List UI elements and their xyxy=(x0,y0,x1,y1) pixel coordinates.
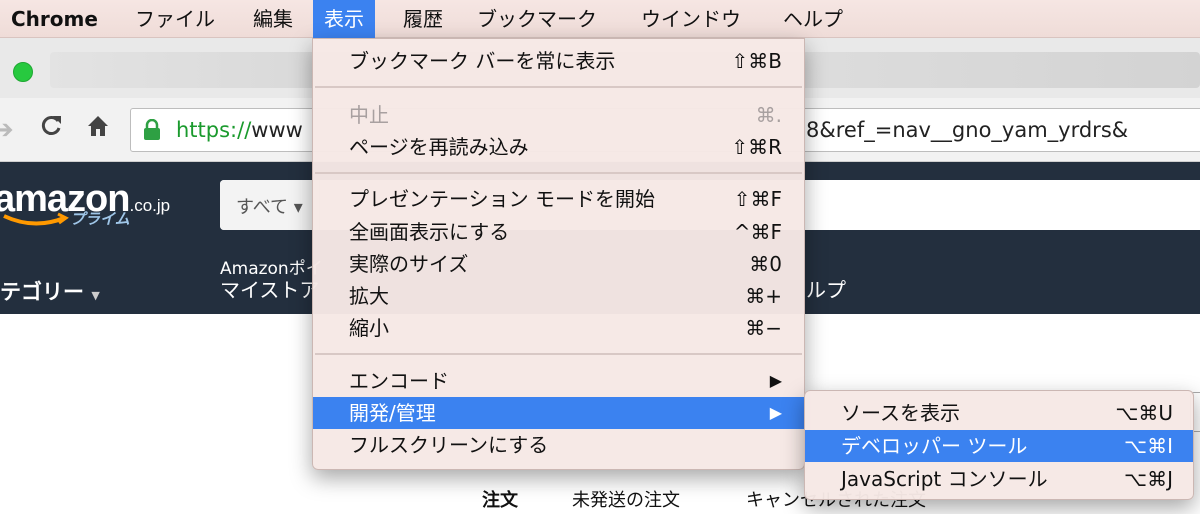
menu-item-label: JavaScript コンソール xyxy=(841,467,1048,491)
tab-orders[interactable]: 注文 xyxy=(482,486,518,512)
menu-history[interactable]: 履歴 xyxy=(392,0,454,38)
logo-tld: .co.jp xyxy=(129,196,171,215)
search-department-label: すべて ▾ xyxy=(236,197,303,218)
menu-item-developer-tools[interactable]: デベロッパー ツール ⌥⌘I xyxy=(805,430,1193,462)
home-icon[interactable] xyxy=(86,112,110,148)
menu-edit[interactable]: 編集 xyxy=(242,0,304,38)
menu-item-javascript-console[interactable]: JavaScript コンソール ⌥⌘J xyxy=(805,463,1193,495)
reload-icon[interactable] xyxy=(38,112,64,148)
url-scheme: https:// xyxy=(176,118,252,142)
menu-separator xyxy=(315,172,802,174)
menu-bar: Chrome ファイル 編集 表示 履歴 ブックマーク ウインドウ ヘルプ xyxy=(0,0,1200,38)
help-link[interactable]: ルプ xyxy=(806,274,846,303)
mystore-link[interactable]: マイストア xyxy=(220,274,319,303)
shortcut-label: ⌥⌘I xyxy=(1124,434,1173,458)
shortcut-label: ⌘. xyxy=(755,103,782,127)
shortcut-label: ⌥⌘U xyxy=(1115,401,1173,425)
shortcut-label: ⌘0 xyxy=(749,252,782,276)
shortcut-label: ⌘+ xyxy=(745,284,782,308)
menu-item-label: デベロッパー ツール xyxy=(841,434,1028,458)
menu-item-label: 縮小 xyxy=(349,316,389,340)
submenu-arrow-icon: ▶ xyxy=(769,403,782,422)
menu-item-encoding[interactable]: エンコード ▶ xyxy=(313,365,804,397)
menu-bookmarks[interactable]: ブックマーク xyxy=(466,0,608,38)
menu-item-label: ソースを表示 xyxy=(841,401,960,425)
url-host: www xyxy=(251,118,303,142)
menu-item-fullscreen[interactable]: フルスクリーンにする xyxy=(313,429,804,461)
menu-item-zoom-out[interactable]: 縮小 ⌘− xyxy=(313,312,804,344)
menu-item-presentation-mode[interactable]: プレゼンテーション モードを開始 ⇧⌘F xyxy=(313,183,804,215)
submenu-arrow-icon: ▶ xyxy=(769,371,782,390)
menu-item-label: プレゼンテーション モードを開始 xyxy=(349,187,655,211)
amazon-smile-icon xyxy=(3,212,69,226)
menu-item-label: 実際のサイズ xyxy=(349,252,469,276)
menu-item-label: フルスクリーンにする xyxy=(349,433,549,457)
tab-unshipped-orders[interactable]: 未発送の注文 xyxy=(572,486,680,512)
menu-item-label: 開発/管理 xyxy=(349,401,436,425)
prime-label: プライム xyxy=(70,210,130,228)
shortcut-label: ⌘− xyxy=(745,316,782,340)
shortcut-label: ⇧⌘B xyxy=(731,49,782,73)
menu-separator xyxy=(315,353,802,355)
menu-item-label: ページを再読み込み xyxy=(349,135,529,159)
shortcut-label: ⌥⌘J xyxy=(1124,467,1173,491)
view-dropdown-menu: ブックマーク バーを常に表示 ⇧⌘B 中止 ⌘. ページを再読み込み ⇧⌘R プ… xyxy=(312,38,805,470)
menu-window[interactable]: ウインドウ xyxy=(630,0,752,38)
menu-item-label: 中止 xyxy=(349,103,389,127)
lock-icon xyxy=(142,118,162,141)
menu-item-developer[interactable]: 開発/管理 ▶ xyxy=(313,397,804,429)
back-arrow-icon[interactable]: ➔ xyxy=(0,112,14,148)
menu-help[interactable]: ヘルプ xyxy=(772,0,854,38)
menu-file[interactable]: ファイル xyxy=(124,0,226,38)
menu-item-reload-page[interactable]: ページを再読み込み ⇧⌘R xyxy=(313,131,804,163)
menu-item-stop: 中止 ⌘. xyxy=(313,99,804,131)
chevron-down-icon: ▼ xyxy=(91,289,100,302)
category-label: テゴリー xyxy=(0,280,84,304)
menu-item-always-show-bookmarks-bar[interactable]: ブックマーク バーを常に表示 ⇧⌘B xyxy=(313,45,804,77)
menu-item-label: ブックマーク バーを常に表示 xyxy=(349,49,616,73)
shortcut-label: ⇧⌘F xyxy=(733,187,782,211)
shortcut-label: ^⌘F xyxy=(733,220,782,244)
url-text[interactable]: https://www xyxy=(176,108,303,152)
category-menu[interactable]: テゴリー ▼ xyxy=(0,276,100,306)
shortcut-label: ⇧⌘R xyxy=(731,135,782,159)
window-zoom-button[interactable] xyxy=(13,62,33,82)
menu-item-label: 全画面表示にする xyxy=(349,220,510,244)
menu-app-chrome[interactable]: Chrome xyxy=(0,0,109,38)
developer-submenu: ソースを表示 ⌥⌘U デベロッパー ツール ⌥⌘I JavaScript コンソ… xyxy=(804,390,1194,500)
menu-item-view-source[interactable]: ソースを表示 ⌥⌘U xyxy=(805,397,1193,429)
menu-item-label: 拡大 xyxy=(349,284,389,308)
menu-view[interactable]: 表示 xyxy=(313,0,375,38)
menu-item-zoom-in[interactable]: 拡大 ⌘+ xyxy=(313,280,804,312)
menu-item-label: エンコード xyxy=(349,369,449,393)
menu-item-full-screen[interactable]: 全画面表示にする ^⌘F xyxy=(313,216,804,248)
menu-item-actual-size[interactable]: 実際のサイズ ⌘0 xyxy=(313,248,804,280)
url-query: 8&ref_=nav__gno_yam_yrdrs& xyxy=(806,118,1129,142)
menu-separator xyxy=(315,86,802,88)
